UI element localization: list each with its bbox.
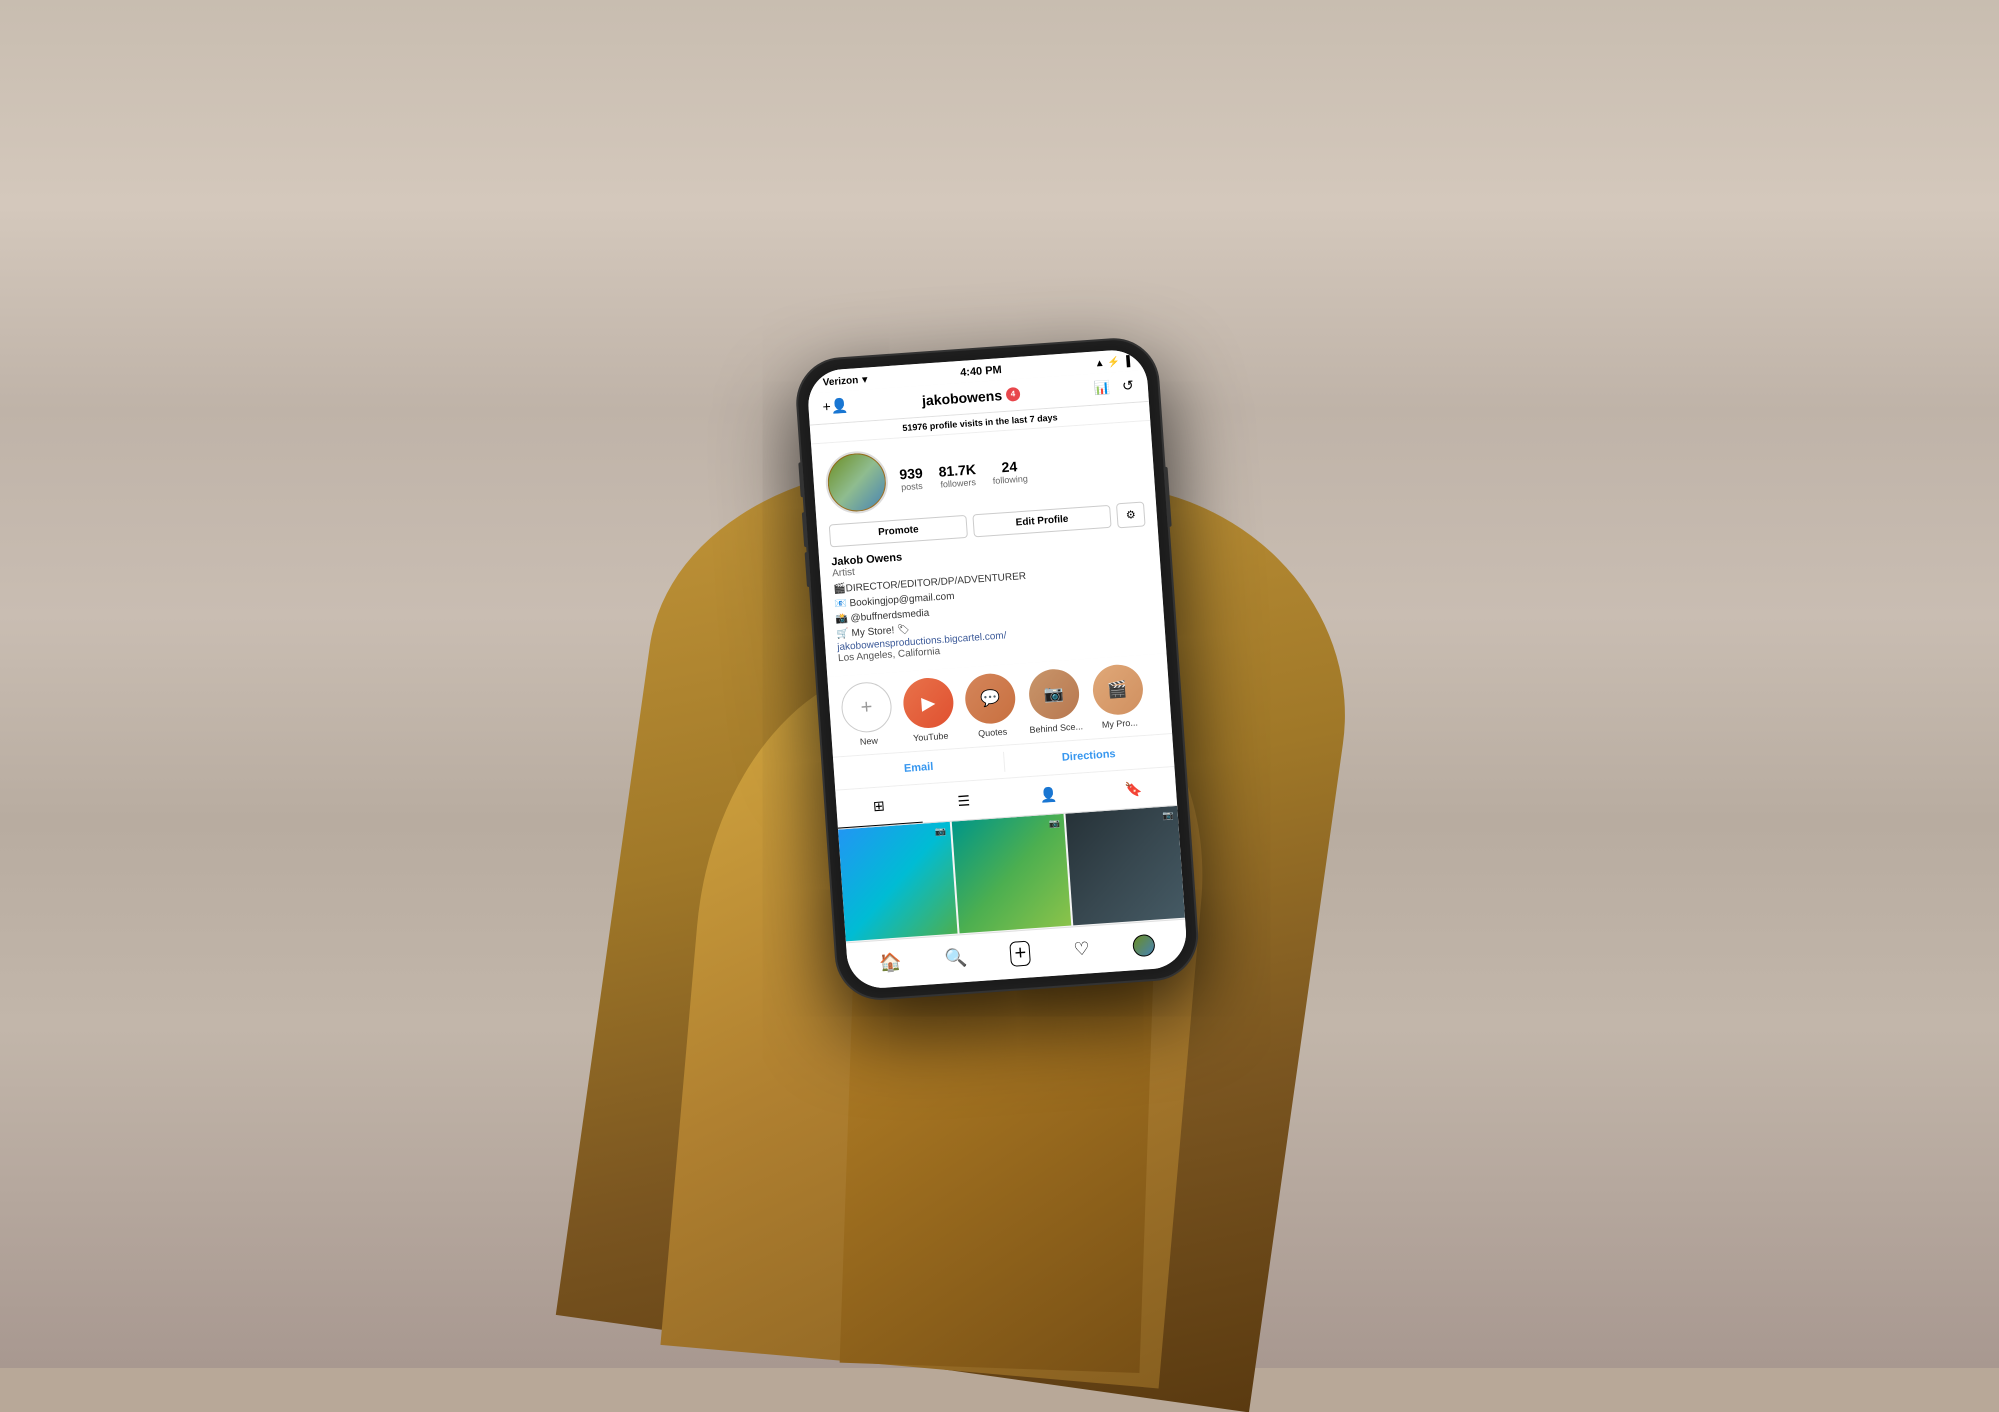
tab-grid[interactable]: ⊞ [835, 785, 922, 829]
phone-screen: Verizon ▾ 4:40 PM ▲ ⚡ ▐ +👤 jakobowens 4 [805, 348, 1187, 990]
tab-bookmark[interactable]: 🔖 [1089, 767, 1176, 811]
stat-following: 24 following [991, 458, 1028, 486]
nav-profile-avatar [1132, 933, 1155, 956]
nav-home[interactable]: 🏠 [870, 949, 910, 977]
phone-device: Verizon ▾ 4:40 PM ▲ ⚡ ▐ +👤 jakobowens 4 [795, 337, 1199, 1001]
add-icon: + [1009, 941, 1030, 967]
stat-posts: 939 posts [898, 465, 923, 493]
username-text: jakobowens [921, 387, 1002, 409]
posts-label: posts [900, 481, 922, 492]
wifi-icon: ▾ [861, 374, 867, 385]
stat-followers: 81.7K followers [938, 461, 977, 490]
nav-username-area: jakobowens 4 [921, 385, 1020, 408]
highlight-new-circle: + [839, 681, 892, 734]
highlight-quotes[interactable]: 💬 Quotes [963, 672, 1017, 739]
edit-profile-button[interactable]: Edit Profile [972, 505, 1111, 538]
promote-button[interactable]: Promote [828, 515, 967, 548]
grid-overlay-2: 📷 [1048, 818, 1060, 830]
insights-count: 51976 [902, 421, 928, 433]
posts-count: 939 [898, 465, 922, 483]
history-icon[interactable]: ↺ [1121, 377, 1134, 395]
list-icon: ☰ [956, 792, 970, 810]
avatar-image [826, 453, 886, 513]
signal-icon: ▲ [1094, 357, 1105, 369]
highlight-mypro-circle: 🎬 [1090, 663, 1143, 716]
status-time: 4:40 PM [959, 364, 1001, 379]
highlight-behind-circle: 📷 [1027, 668, 1080, 721]
grid-item-1[interactable]: 📷 [838, 822, 958, 942]
nav-add[interactable]: + [1001, 938, 1039, 969]
status-right: ▲ ⚡ ▐ [1094, 356, 1130, 369]
highlight-behind[interactable]: 📷 Behind Sce... [1025, 667, 1083, 735]
bluetooth-icon: ⚡ [1107, 356, 1120, 368]
profile-section: 939 posts 81.7K followers 24 following [811, 421, 1166, 677]
tab-tag[interactable]: 👤 [1004, 773, 1091, 817]
tag-icon: 👤 [1039, 786, 1058, 804]
highlight-youtube-circle: ▶ [901, 676, 954, 729]
followers-label: followers [940, 477, 976, 489]
grid-overlay-3: 📷 [1162, 810, 1174, 822]
status-left: Verizon ▾ [822, 374, 867, 388]
avatar[interactable] [823, 449, 889, 515]
highlight-mypro-label: My Pro... [1101, 717, 1138, 729]
notification-badge: 4 [1005, 386, 1020, 401]
nav-heart[interactable]: ♡ [1064, 936, 1098, 963]
highlight-quotes-label: Quotes [977, 727, 1007, 739]
battery-icon: ▐ [1122, 356, 1130, 367]
following-label: following [992, 474, 1028, 486]
highlight-youtube[interactable]: ▶ YouTube [901, 676, 955, 743]
heart-icon: ♡ [1072, 938, 1090, 960]
grid-item-3[interactable]: 📷 [1065, 806, 1185, 926]
highlight-mypro[interactable]: 🎬 My Pro... [1090, 663, 1144, 730]
settings-button[interactable]: ⚙ [1116, 501, 1146, 528]
carrier-text: Verizon [822, 375, 858, 388]
bio-section: Jakob Owens Artist 🎬DIRECTOR/EDITOR/DP/A… [830, 534, 1153, 664]
profile-top: 939 posts 81.7K followers 24 following [823, 432, 1143, 516]
highlight-new-label: New [859, 736, 878, 747]
highlight-behind-label: Behind Sce... [1029, 721, 1083, 735]
bookmark-icon: 🔖 [1124, 780, 1143, 798]
chart-icon[interactable]: 📊 [1093, 379, 1110, 396]
tab-list[interactable]: ☰ [920, 779, 1007, 823]
home-icon: 🏠 [878, 952, 902, 975]
highlight-new[interactable]: + New [839, 681, 893, 748]
nav-search[interactable]: 🔍 [936, 944, 976, 972]
nav-icons: 📊 ↺ [1093, 377, 1134, 397]
highlight-quotes-circle: 💬 [963, 672, 1016, 725]
stats-row: 939 posts 81.7K followers 24 following [898, 450, 1141, 493]
nav-profile[interactable] [1124, 931, 1164, 960]
search-icon: 🔍 [944, 947, 968, 970]
following-count: 24 [1001, 458, 1018, 475]
grid-icon: ⊞ [872, 797, 885, 815]
grid-overlay-1: 📷 [934, 826, 946, 838]
grid-item-2[interactable]: 📷 [951, 814, 1071, 934]
highlight-youtube-label: YouTube [912, 731, 948, 743]
add-user-icon[interactable]: +👤 [821, 397, 848, 416]
